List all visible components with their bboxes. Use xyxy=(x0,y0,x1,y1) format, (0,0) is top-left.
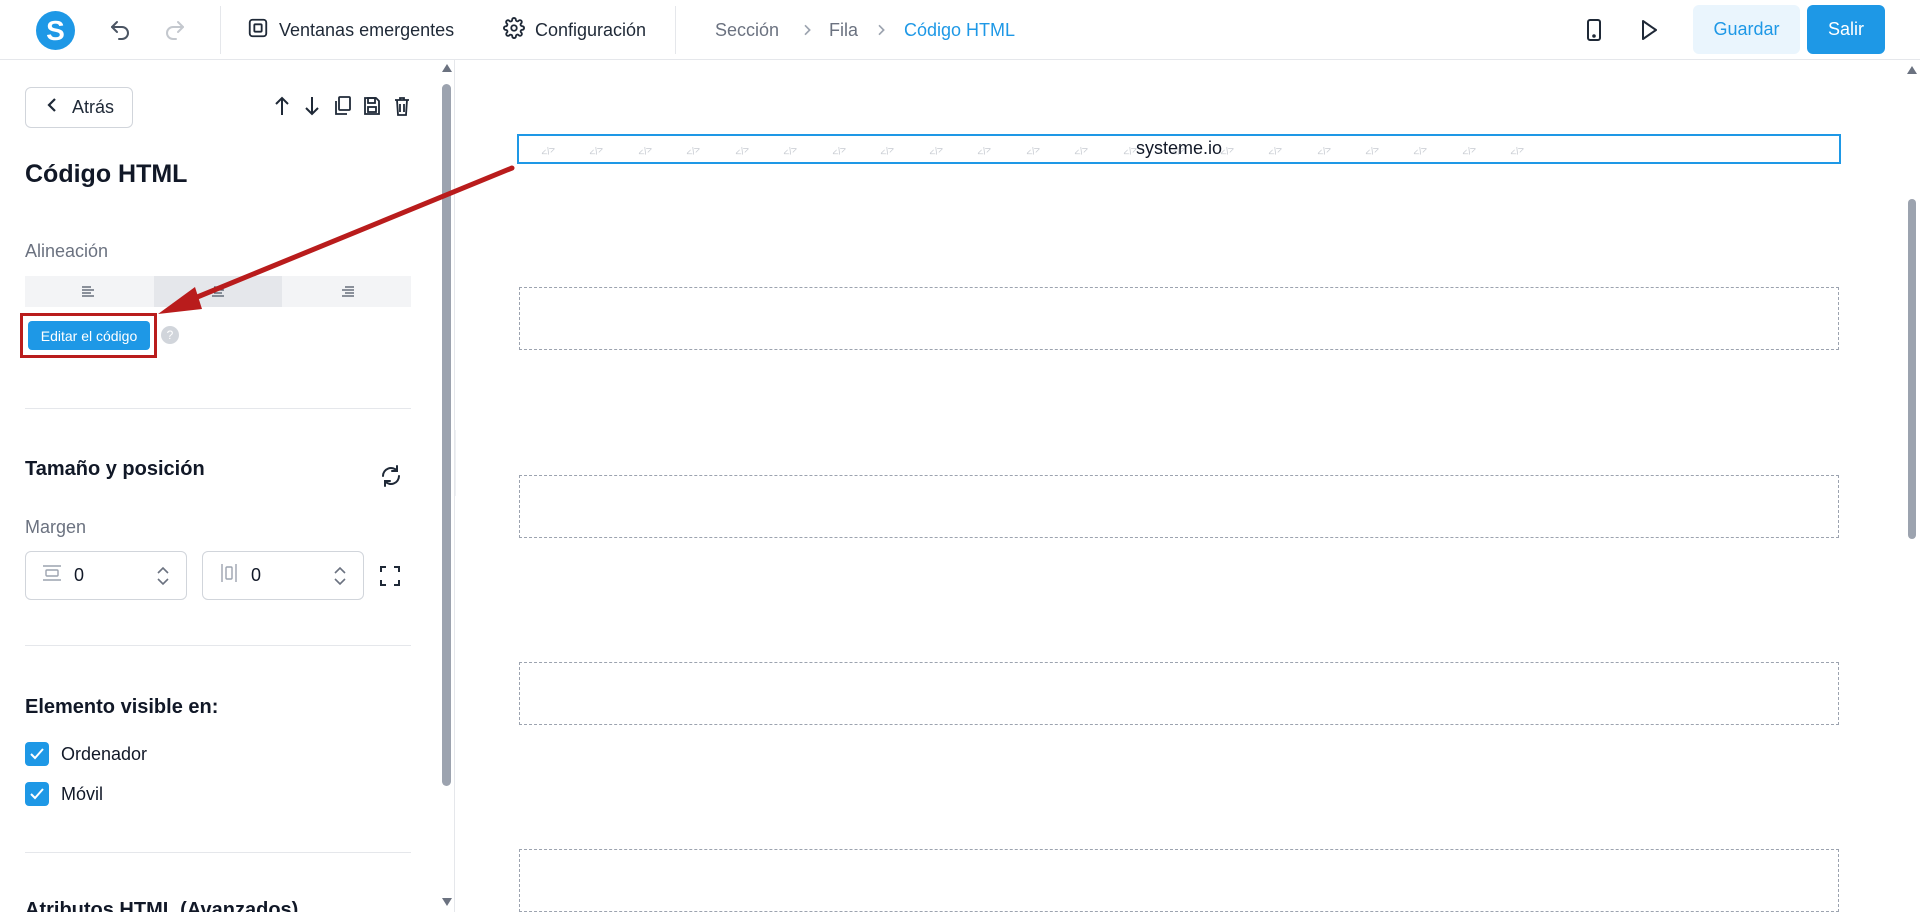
annotation-arrow xyxy=(158,165,515,314)
